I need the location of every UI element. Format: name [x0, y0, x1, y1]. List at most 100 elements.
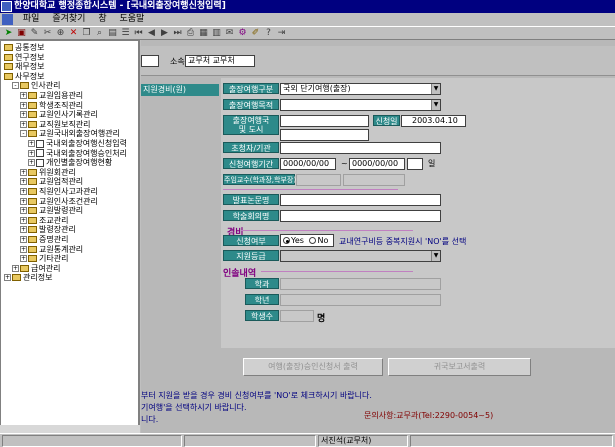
- copy-icon[interactable]: ❐: [81, 28, 92, 39]
- header-left-field[interactable]: [141, 55, 159, 67]
- chevron-down-icon[interactable]: ▼: [431, 84, 440, 94]
- folder-icon: [4, 72, 13, 80]
- period-from-field[interactable]: 0000/00/00: [280, 158, 336, 170]
- expand-icon[interactable]: +: [12, 264, 19, 272]
- tree-node[interactable]: + 교원발령관리: [20, 206, 83, 216]
- chevron-down-icon[interactable]: ▼: [431, 251, 440, 261]
- period-to-field[interactable]: 0000/00/00: [349, 158, 405, 170]
- paper-title-field[interactable]: [280, 194, 441, 206]
- support-grade-label: 지원등급: [223, 250, 279, 261]
- tree-node[interactable]: + 발령장관리: [20, 225, 76, 235]
- document-icon[interactable]: [2, 14, 13, 25]
- expand-icon[interactable]: +: [20, 255, 27, 263]
- expand-icon[interactable]: +: [20, 111, 27, 119]
- help-icon[interactable]: ?: [263, 28, 274, 39]
- expand-icon[interactable]: +: [20, 207, 27, 215]
- menu-help[interactable]: 도움말: [114, 13, 149, 26]
- period-days-field[interactable]: [407, 158, 423, 170]
- tree-node[interactable]: + 교원업적관리: [20, 177, 83, 187]
- print-application-button[interactable]: 여행(출장)승인신청서 출력: [243, 358, 383, 376]
- expand-icon[interactable]: +: [20, 236, 27, 243]
- radio-yes[interactable]: [283, 237, 290, 244]
- expand-icon[interactable]: +: [20, 92, 27, 99]
- tree-node[interactable]: + 교원임용관리: [20, 91, 83, 101]
- menu-favorites[interactable]: 즐겨찾기: [47, 13, 90, 26]
- tree-node[interactable]: + 기타관리: [20, 254, 68, 264]
- expand-icon[interactable]: +: [20, 188, 27, 195]
- tree-node[interactable]: - 인사관리: [12, 81, 60, 91]
- expand-icon[interactable]: +: [20, 245, 27, 253]
- tree-horizontal-scrollbar[interactable]: [0, 425, 140, 433]
- destination-field-1[interactable]: [280, 115, 369, 127]
- tree-node[interactable]: 재무정보: [4, 62, 44, 72]
- folder-icon: [28, 101, 37, 109]
- support-grade-select[interactable]: ▼: [280, 250, 441, 262]
- save-icon[interactable]: ▣: [16, 28, 27, 39]
- brush-icon[interactable]: ✐: [250, 28, 261, 39]
- print-icon[interactable]: ⎙: [185, 28, 196, 39]
- next-icon[interactable]: ▶: [159, 28, 170, 39]
- tree-node-label: 교원업적관리: [39, 177, 84, 187]
- expand-icon[interactable]: +: [4, 274, 11, 282]
- window-title: 한양대학교 행정종합시스템 - [국내외출장여행신청입력]: [14, 1, 226, 11]
- run-icon[interactable]: ➤: [3, 28, 14, 39]
- expand-icon[interactable]: +: [20, 226, 27, 234]
- menu-window[interactable]: 창: [93, 13, 111, 26]
- inviter-field[interactable]: [280, 142, 441, 154]
- expand-icon[interactable]: +: [20, 101, 27, 109]
- tree-node[interactable]: + 증명관리: [20, 235, 68, 245]
- period-unit: 일: [428, 159, 436, 168]
- radio-no[interactable]: [309, 237, 317, 244]
- edit-icon[interactable]: ✎: [29, 28, 40, 39]
- collapse-icon[interactable]: -: [12, 82, 19, 90]
- paste-icon[interactable]: ▤: [107, 28, 118, 39]
- tree-node[interactable]: + 개인별출장여행현황: [28, 158, 112, 168]
- tree-node[interactable]: + 관리정보: [4, 273, 52, 283]
- expand-icon[interactable]: +: [28, 140, 35, 147]
- tree-node-label: 증명관리: [39, 235, 69, 244]
- expand-icon[interactable]: +: [20, 216, 27, 224]
- excel-icon[interactable]: ▥: [211, 28, 222, 39]
- cut-icon[interactable]: ✂: [42, 28, 53, 39]
- prev-icon[interactable]: ◀: [146, 28, 157, 39]
- tool-icon[interactable]: ⚙: [237, 28, 248, 39]
- chevron-down-icon[interactable]: ▼: [431, 100, 440, 110]
- tree-node[interactable]: + 교원인사기록관리: [20, 110, 98, 120]
- main-professor-label: 주임교수(학과장,학부장): [223, 174, 297, 185]
- affiliation-field[interactable]: 교무처 교무처: [185, 55, 255, 67]
- conference-field[interactable]: [280, 210, 441, 222]
- tree-node-label: 재무정보: [15, 62, 45, 72]
- divider: [241, 230, 413, 231]
- first-icon[interactable]: ⏮: [133, 28, 144, 39]
- tree-node[interactable]: + 직원인사고과관리: [20, 187, 98, 197]
- expand-icon[interactable]: +: [28, 159, 35, 167]
- delete-icon[interactable]: ✕: [68, 28, 79, 39]
- trip-form-panel: 출장여행구분 국외 단기여행(출장) ▼ 출장여행목적 ▼ 출장여행국 및 도시 …: [221, 78, 615, 348]
- destination-field-2[interactable]: [280, 129, 369, 141]
- purpose-select[interactable]: ▼: [280, 99, 441, 111]
- tree-node[interactable]: 공통정보: [4, 43, 44, 53]
- expand-icon[interactable]: +: [20, 168, 27, 176]
- expand-icon[interactable]: +: [20, 178, 27, 186]
- tree-node[interactable]: + 국내외출장여행신청입력: [28, 139, 127, 149]
- print-report-button[interactable]: 귀국보고서출력: [388, 358, 531, 376]
- period-label: 신청여행기간: [223, 158, 279, 169]
- exit-icon[interactable]: ⇥: [276, 28, 287, 39]
- tree-node-label: 공통정보: [15, 43, 45, 52]
- expand-icon[interactable]: +: [20, 120, 27, 128]
- insert-icon[interactable]: ⊕: [55, 28, 66, 39]
- status-section-2: [184, 435, 316, 447]
- preview-icon[interactable]: ▦: [198, 28, 209, 39]
- trip-type-select[interactable]: 국외 단기여행(출장) ▼: [280, 83, 441, 95]
- collapse-icon[interactable]: -: [20, 130, 27, 138]
- divider: [261, 271, 413, 272]
- search-icon[interactable]: ⌕: [94, 28, 105, 39]
- list-icon[interactable]: ☰: [120, 28, 131, 39]
- last-icon[interactable]: ⏭: [172, 28, 183, 39]
- menu-file[interactable]: 파일: [18, 13, 45, 26]
- expand-icon[interactable]: +: [28, 149, 35, 157]
- expand-icon[interactable]: +: [20, 197, 27, 205]
- mail-icon[interactable]: ✉: [224, 28, 235, 39]
- tree-node[interactable]: - 교원국내외출장여행관리: [20, 129, 120, 139]
- apply-date-field[interactable]: 2003.04.10: [401, 115, 466, 127]
